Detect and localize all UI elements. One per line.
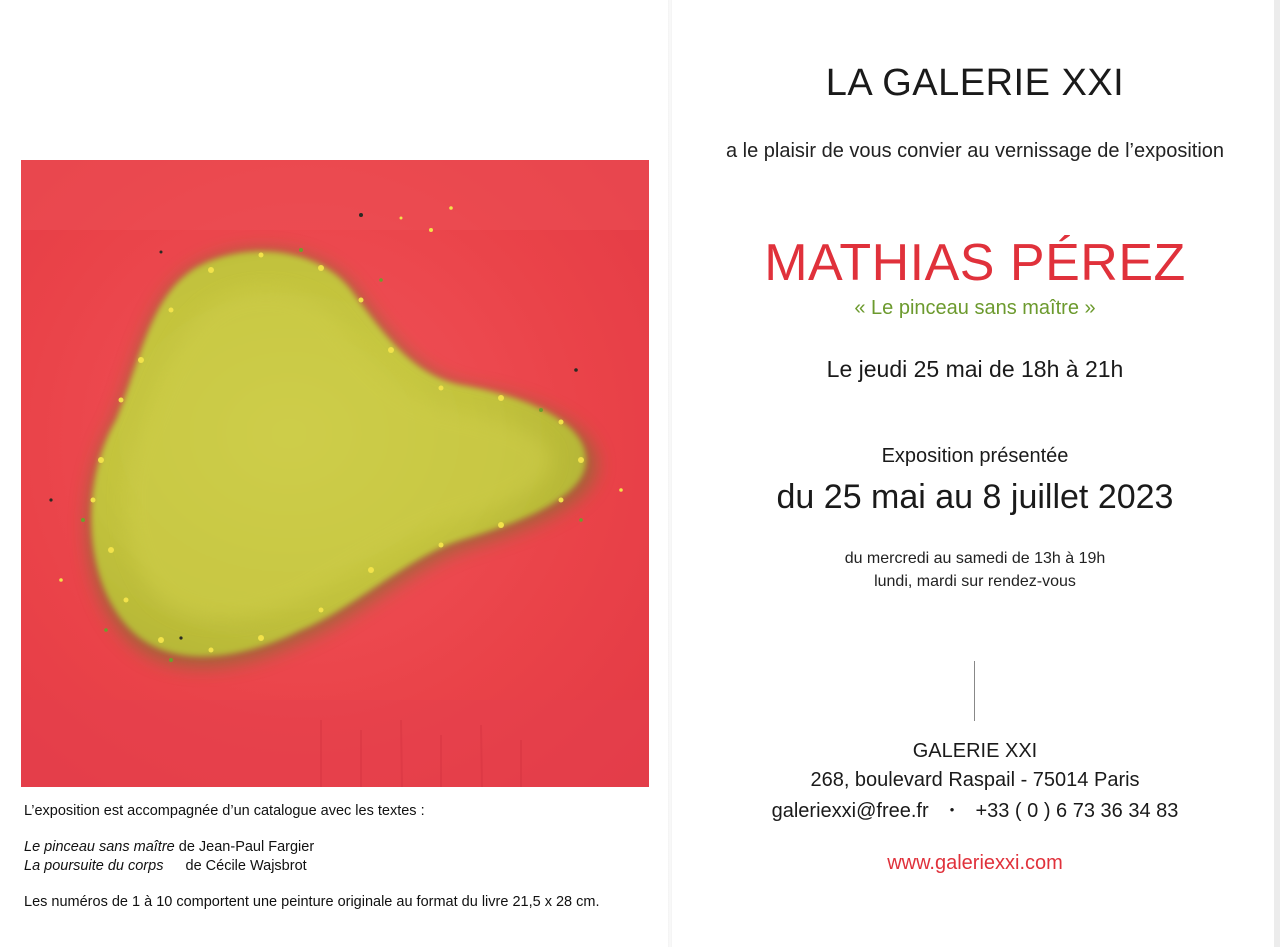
contact-name: GALERIE XXI	[912, 740, 1038, 762]
artist-name: MATHIAS PÉREZ	[764, 234, 1186, 292]
exhibition-label: Exposition présentée	[881, 445, 1069, 467]
contact-separator: •	[949, 802, 955, 817]
catalog-text-2-title: La poursuite du corps	[24, 858, 164, 874]
catalog-text-1: Le pinceau sans maître de Jean-Paul Farg…	[24, 838, 664, 857]
hours-line-1: du mercredi au samedi de 13h à 19h	[844, 550, 1106, 567]
catalog-edition-note: Les numéros de 1 à 10 comportent une pei…	[24, 894, 600, 910]
catalog-text-2-author: de Cécile Wajsbrot	[185, 858, 307, 874]
contact-line: galeriexxi@free.fr • +33 ( 0 ) 6 73 36 3…	[670, 795, 1280, 826]
invitation-text: a le plaisir de vous convier au vernissa…	[725, 140, 1225, 162]
catalog-text-1-title: Le pinceau sans maître	[24, 839, 175, 855]
divider-line	[974, 661, 975, 721]
catalog-intro: L’exposition est accompagnée d’un catalo…	[24, 803, 425, 819]
contact-phone[interactable]: +33 ( 0 ) 6 73 36 34 83	[975, 800, 1178, 822]
contact-address: 268, boulevard Raspail - 75014 Paris	[810, 769, 1140, 791]
catalog-text-1-author: de Jean-Paul Fargier	[178, 839, 315, 855]
catalog-text-2: La poursuite du corps de Cécile Wajsbrot	[24, 857, 664, 876]
opening-hours: du mercredi au samedi de 13h à 19h lundi…	[670, 547, 1280, 593]
contact-email[interactable]: galeriexxi@free.fr	[772, 800, 929, 822]
opening-date: Le jeudi 25 mai de 18h à 21h	[826, 356, 1124, 382]
gallery-name: LA GALERIE XXI	[825, 62, 1125, 104]
exhibition-dates: du 25 mai au 8 juillet 2023	[776, 478, 1174, 516]
contact-block: GALERIE XXI 268, boulevard Raspail - 750…	[670, 737, 1280, 826]
painting-image	[21, 160, 649, 787]
catalog-note: L’exposition est accompagnée d’un catalo…	[24, 802, 664, 912]
exhibition-title: « Le pinceau sans maître »	[854, 297, 1096, 319]
hours-line-2: lundi, mardi sur rendez-vous	[874, 573, 1076, 590]
website-link[interactable]: www.galeriexxi.com	[670, 852, 1280, 875]
